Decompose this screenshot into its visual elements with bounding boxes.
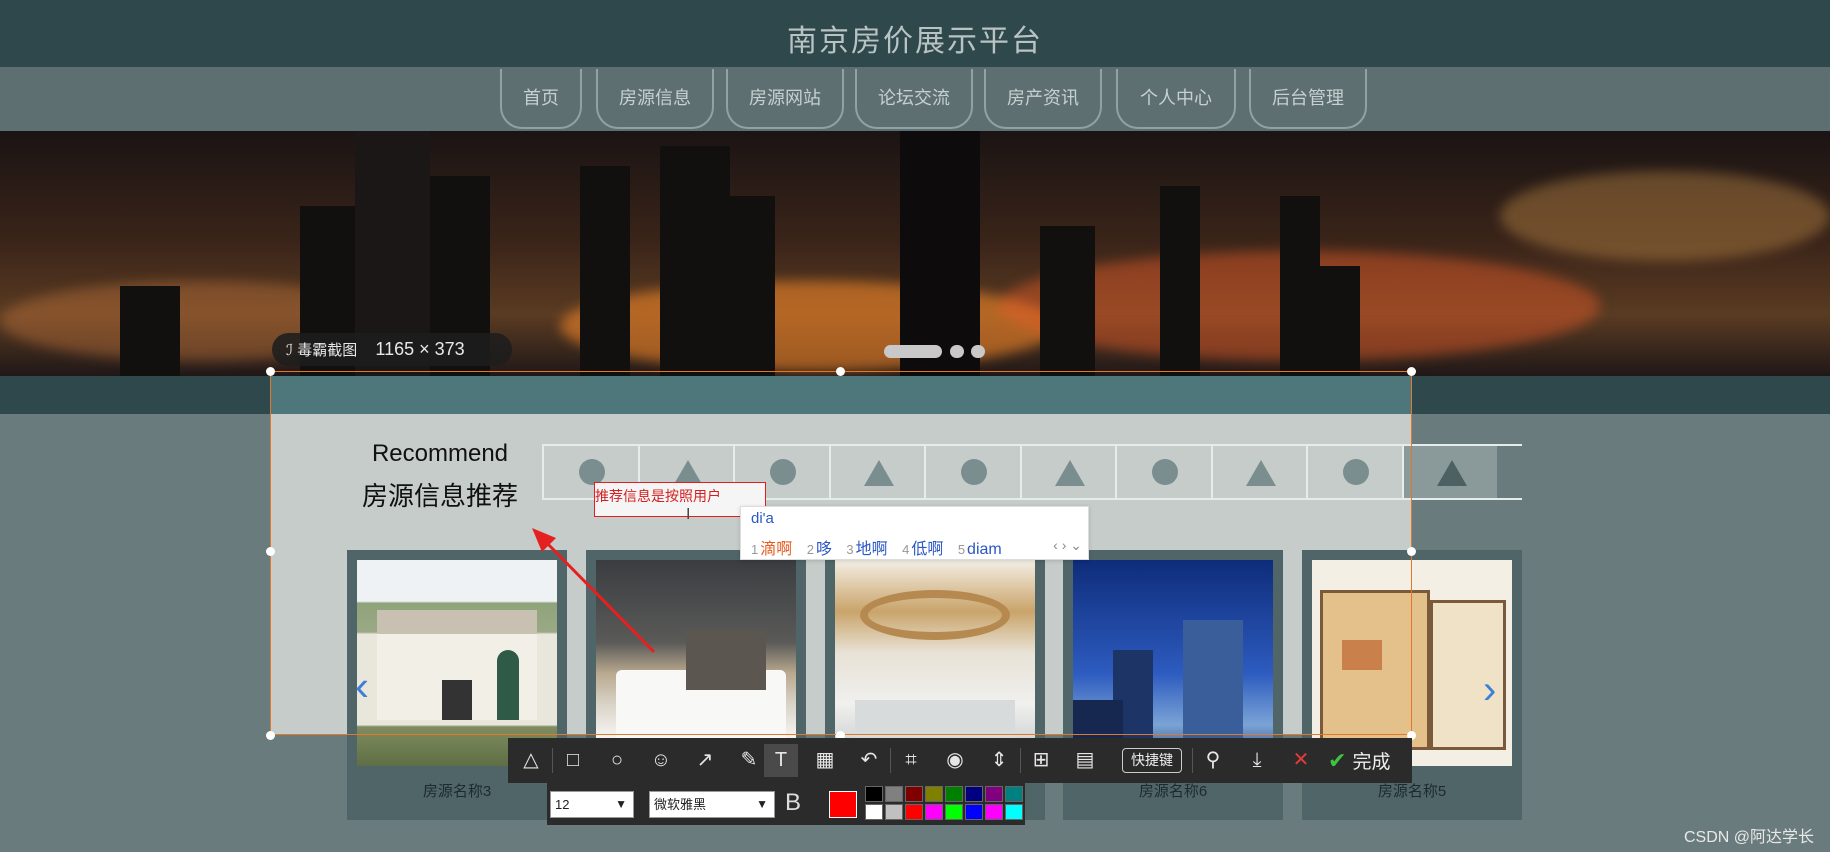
carousel-dot-active[interactable] [884, 345, 942, 358]
triangle-icon [1436, 460, 1467, 486]
emoji-tool-icon[interactable]: ☺ [644, 744, 678, 777]
color-swatch[interactable] [945, 804, 963, 820]
nav-tab-listings[interactable]: 房源信息 [596, 69, 714, 129]
bold-button[interactable]: B [785, 789, 801, 817]
pin-icon[interactable]: ⚲ [1196, 744, 1230, 777]
comment-icon[interactable]: ▤ [1068, 744, 1102, 777]
nav-tab-forum[interactable]: 论坛交流 [855, 69, 973, 129]
watermark: CSDN @阿达学长 [1683, 829, 1814, 846]
color-swatch[interactable] [1005, 804, 1023, 820]
shape-tool-icon[interactable]: △ [514, 744, 548, 777]
house-caption: 房源名称6 [1138, 783, 1208, 800]
nav-tab-profile[interactable]: 个人中心 [1116, 69, 1236, 129]
color-swatch[interactable] [905, 804, 923, 820]
capture-toolbar: △ □ ○ ☺ ↗ ✎ T ▦ ↶ ⌗ ◉ ⇕ ⊞ ▤ 快捷键 ⚲ ⤓ ✕ ✔ 完… [508, 738, 1412, 783]
add-icon[interactable]: ⊞ [1024, 744, 1058, 777]
record-icon[interactable]: ◉ [938, 744, 972, 777]
check-icon: ✔ [1328, 748, 1347, 773]
carousel-dot[interactable] [950, 345, 964, 358]
chevron-left-icon[interactable]: ‹ [1053, 537, 1058, 553]
color-swatch[interactable] [885, 786, 903, 802]
color-swatch[interactable] [925, 804, 943, 820]
nav-tab-admin[interactable]: 后台管理 [1249, 69, 1367, 129]
color-swatch[interactable] [865, 786, 883, 802]
resize-handle[interactable] [1407, 367, 1416, 376]
capture-brand: 毒霸截图 [297, 342, 358, 359]
dropdown-arrow-icon: ▼ [615, 797, 627, 811]
hotkey-button[interactable]: 快捷键 [1122, 748, 1182, 773]
annotation-text[interactable]: 推荐信息是按照用户 [595, 486, 721, 506]
ime-candidate[interactable]: 低啊 [911, 541, 943, 558]
undo-icon[interactable]: ↶ [852, 744, 886, 777]
ocr-icon[interactable]: ⌗ [894, 744, 928, 777]
resize-handle[interactable] [836, 367, 845, 376]
chevron-right-icon[interactable]: › [1062, 537, 1067, 553]
download-icon[interactable]: ⤓ [1240, 744, 1274, 777]
resize-handle[interactable] [1407, 547, 1416, 556]
color-swatch[interactable] [1005, 786, 1023, 802]
house-caption: 房源名称5 [1377, 783, 1447, 800]
red-arrow-annotation[interactable] [520, 520, 670, 660]
color-swatch[interactable] [965, 804, 983, 820]
color-swatch[interactable] [985, 786, 1003, 802]
capture-size: 1165 × 373 [375, 339, 465, 359]
ime-candidate-list: 1 滴啊 2哆 3 地啊 4 低啊 5 diam [751, 541, 1002, 558]
rectangle-tool-icon[interactable]: □ [556, 744, 590, 777]
site-header: 南京房价展示平台 [0, 0, 1830, 67]
ime-composition: di'a [751, 510, 774, 527]
house-caption: 房源名称3 [422, 783, 492, 800]
mosaic-tool-icon[interactable]: ▦ [808, 744, 842, 777]
text-tool-icon[interactable]: T [764, 744, 798, 777]
main-nav: 首页 房源信息 房源网站 论坛交流 房产资讯 个人中心 后台管理 [0, 67, 1830, 131]
ime-candidate[interactable]: 哆 [816, 541, 832, 558]
text-cursor-icon: I [686, 506, 691, 523]
next-arrow-icon[interactable]: › [1483, 668, 1496, 713]
site-title: 南京房价展示平台 [787, 25, 1043, 58]
carousel-dot[interactable] [971, 345, 985, 358]
ellipse-tool-icon[interactable]: ○ [600, 744, 634, 777]
close-icon[interactable]: ✕ [1284, 744, 1318, 777]
color-swatch[interactable] [945, 786, 963, 802]
ime-page-nav[interactable]: ‹ › ⌄ [1053, 537, 1082, 554]
ime-candidate-popup: di'a 1 滴啊 2哆 3 地啊 4 低啊 5 diam ‹ › ⌄ [740, 506, 1089, 560]
resize-handle[interactable] [266, 367, 275, 376]
finish-button[interactable]: ✔ 完成 [1328, 744, 1390, 779]
pen-tool-icon[interactable]: ✎ [732, 744, 766, 777]
chevron-down-icon[interactable]: ⌄ [1070, 537, 1082, 553]
font-size-select[interactable]: 12 ▼ [550, 791, 634, 818]
current-color-swatch[interactable] [829, 791, 857, 818]
arrow-tool-icon[interactable]: ↗ [688, 744, 722, 777]
text-options-bar: 12 ▼ 微软雅黑 ▼ B [547, 783, 1025, 825]
thumbnail[interactable] [1401, 446, 1497, 498]
capture-brand-icon: ℐ [286, 342, 294, 359]
color-swatch[interactable] [965, 786, 983, 802]
resize-handle[interactable] [266, 547, 275, 556]
capture-size-label: ℐ 毒霸截图 1165 × 373 [272, 333, 512, 366]
color-swatch[interactable] [925, 786, 943, 802]
ime-candidate[interactable]: 地啊 [856, 541, 888, 558]
nav-tab-websites[interactable]: 房源网站 [726, 69, 844, 129]
color-swatch[interactable] [985, 804, 1003, 820]
dropdown-arrow-icon: ▼ [756, 797, 768, 811]
color-swatch[interactable] [905, 786, 923, 802]
font-family-select[interactable]: 微软雅黑 ▼ [649, 791, 775, 818]
ime-candidate[interactable]: diam [967, 541, 1002, 558]
nav-tab-home[interactable]: 首页 [500, 69, 582, 129]
ime-candidate[interactable]: 滴啊 [760, 541, 792, 558]
scroll-capture-icon[interactable]: ⇕ [982, 744, 1016, 777]
color-palette [865, 786, 1023, 822]
resize-handle[interactable] [266, 731, 275, 740]
color-swatch[interactable] [865, 804, 883, 820]
color-swatch[interactable] [885, 804, 903, 820]
nav-tab-news[interactable]: 房产资讯 [984, 69, 1102, 129]
